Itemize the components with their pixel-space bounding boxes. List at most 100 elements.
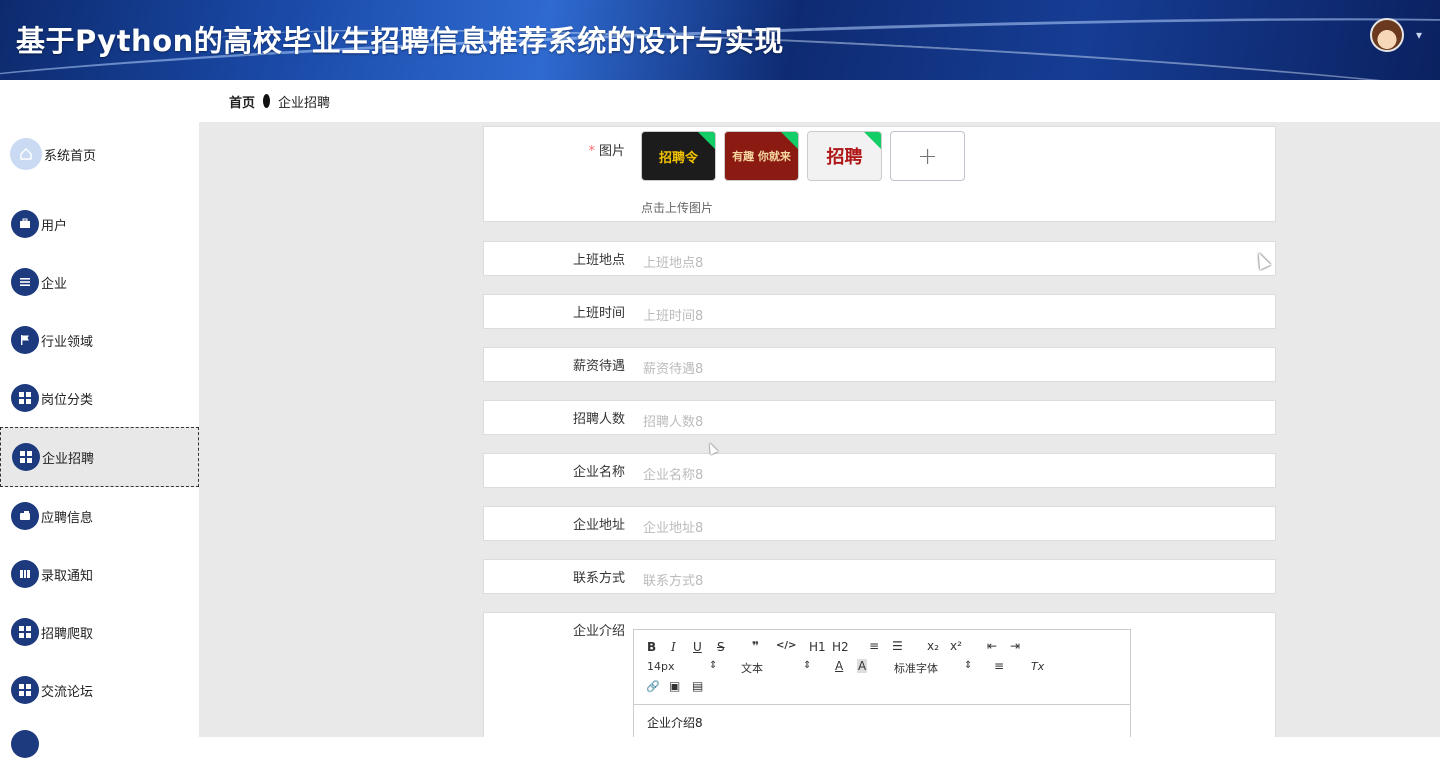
image-upload-row: * 图片 招聘令 有趣 你就来 招聘 + 点击上传图片 [483,126,1276,222]
sidebar-item-label: 行业领域 [41,334,94,350]
sidebar-item-home[interactable]: 系统首页 [0,125,199,183]
link-icon[interactable]: 🔗 [646,680,660,693]
briefcase-icon [11,210,39,238]
breadcrumb: 首页 企业招聘 [199,80,1440,122]
strike-button[interactable]: S [717,640,725,654]
required-mark: * [588,144,595,159]
sidebar-item-users[interactable]: 用户 [0,195,199,253]
field-row-salary: 薪资待遇 薪资待遇8 [483,347,1276,382]
headcount-input[interactable]: 招聘人数8 [643,411,703,430]
sidebar-item-label: 用户 [41,218,68,234]
field-row-contact: 联系方式 联系方式8 [483,559,1276,594]
quote-button[interactable]: ❞ [752,639,759,653]
field-row-company-address: 企业地址 企业地址8 [483,506,1276,541]
italic-button[interactable]: I [671,640,676,654]
image-thumbnail[interactable]: 招聘 [807,131,882,181]
sidebar-item-label: 岗位分类 [41,392,94,408]
underline-button[interactable]: U [693,640,702,654]
indent-button[interactable]: ⇥ [1010,639,1020,653]
sidebar-item-crawler[interactable]: 招聘爬取 [0,603,199,661]
grid-icon [11,676,39,704]
sidebar-item-label: 企业招聘 [42,451,95,467]
outdent-button[interactable]: ⇤ [987,639,997,653]
chevron-down-icon: ⇕ [964,660,973,671]
breadcrumb-current: 企业招聘 [278,95,331,111]
field-label: 上班时间 [572,306,625,321]
thumbnail-text: 招聘令 [658,150,698,166]
background-color-button[interactable]: A [857,659,868,673]
sidebar-item-label: 招聘爬取 [41,626,94,642]
main-content: * 图片 招聘令 有趣 你就来 招聘 + 点击上传图片 上班地点 上班地点8 上班… [199,122,1440,737]
sidebar: 系统首页 用户 企业 行业领域 岗位分类 企业招聘 应聘信息 录取通知 招聘爬取… [0,80,199,758]
flag-icon [11,326,39,354]
breadcrumb-home[interactable]: 首页 [229,92,255,111]
wallet-icon [11,502,39,530]
sidebar-item-label: 交流论坛 [41,684,94,700]
field-row-company-name: 企业名称 企业名称8 [483,453,1276,488]
grid-icon [11,730,39,758]
bullet-list-button[interactable]: ☰ [892,639,903,653]
h1-button[interactable]: H1 [809,640,826,654]
user-avatar[interactable] [1370,18,1404,52]
work-location-input[interactable]: 上班地点8 [643,252,703,271]
work-time-input[interactable]: 上班时间8 [643,305,703,324]
thumbnail-text: 招聘 [826,147,863,168]
font-size-select[interactable]: 14px [647,660,675,673]
field-row-company-intro: 企业介绍 B I U S ❞ </> H1 H2 ≡ ☰ x₂ x² ⇤ ⇥ 1… [483,612,1276,737]
h2-button[interactable]: H2 [832,640,849,654]
font-color-button[interactable]: A [835,659,843,673]
sidebar-item-label: 企业 [41,276,68,292]
chevron-down-icon: ⇕ [709,660,718,671]
field-label: 企业地址 [572,518,625,533]
sidebar-item-job-category[interactable]: 岗位分类 [0,369,199,427]
home-icon [10,138,42,170]
image-thumbnail[interactable]: 有趣 你就来 [724,131,799,181]
salary-input[interactable]: 薪资待遇8 [643,358,703,377]
top-header: 基于Python的高校毕业生招聘信息推荐系统的设计与实现 ▾ [0,0,1440,80]
font-family-select[interactable]: 标准字体 [894,660,938,676]
editor-content[interactable]: 企业介绍8 [647,714,703,731]
sidebar-item-company[interactable]: 企业 [0,253,199,311]
field-label: 企业名称 [572,465,625,480]
rich-text-editor: B I U S ❞ </> H1 H2 ≡ ☰ x₂ x² ⇤ ⇥ 14px ⇕… [633,629,1131,737]
field-label: 薪资待遇 [572,359,625,374]
field-label: 上班地点 [572,253,625,268]
sidebar-item-forum[interactable]: 交流论坛 [0,661,199,719]
align-button[interactable]: ≡ [994,659,1004,673]
sidebar-item-offers[interactable]: 录取通知 [0,545,199,603]
company-name-input[interactable]: 企业名称8 [643,464,703,483]
site-title: 基于Python的高校毕业生招聘信息推荐系统的设计与实现 [16,24,784,58]
contact-input[interactable]: 联系方式8 [643,570,703,589]
code-button[interactable]: </> [776,640,796,651]
breadcrumb-separator-icon [263,94,271,108]
sidebar-item-label: 录取通知 [41,568,94,584]
sidebar-item-recruitment[interactable]: 企业招聘 [0,427,199,487]
chevron-down-icon: ⇕ [803,660,812,671]
field-row-work-location: 上班地点 上班地点8 [483,241,1276,276]
editor-toolbar: B I U S ❞ </> H1 H2 ≡ ☰ x₂ x² ⇤ ⇥ 14px ⇕… [634,630,1130,705]
bold-button[interactable]: B [647,640,656,654]
grid-icon [11,384,39,412]
upload-add-button[interactable]: + [890,131,965,181]
paragraph-select[interactable]: 文本 [741,660,763,676]
field-row-work-time: 上班时间 上班时间8 [483,294,1276,329]
clean-format-button[interactable]: Tx [1031,660,1044,673]
video-icon[interactable]: ▤ [692,679,703,693]
ordered-list-button[interactable]: ≡ [869,639,879,653]
company-address-input[interactable]: 企业地址8 [643,517,703,536]
sidebar-item-industry[interactable]: 行业领域 [0,311,199,369]
field-row-headcount: 招聘人数 招聘人数8 [483,400,1276,435]
book-icon [11,560,39,588]
field-label: 联系方式 [572,571,625,586]
field-label: 企业介绍 [572,624,625,639]
upload-hint: 点击上传图片 [641,201,714,215]
image-thumbnail[interactable]: 招聘令 [641,131,716,181]
chevron-down-icon[interactable]: ▾ [1416,28,1422,42]
superscript-button[interactable]: x² [950,639,962,653]
image-icon[interactable]: ▣ [669,679,680,693]
grid-icon [12,443,40,471]
thumbnail-text: 有趣 你就来 [732,150,791,163]
subscript-button[interactable]: x₂ [927,639,939,653]
sidebar-item-applications[interactable]: 应聘信息 [0,487,199,545]
field-label: 招聘人数 [572,412,625,427]
